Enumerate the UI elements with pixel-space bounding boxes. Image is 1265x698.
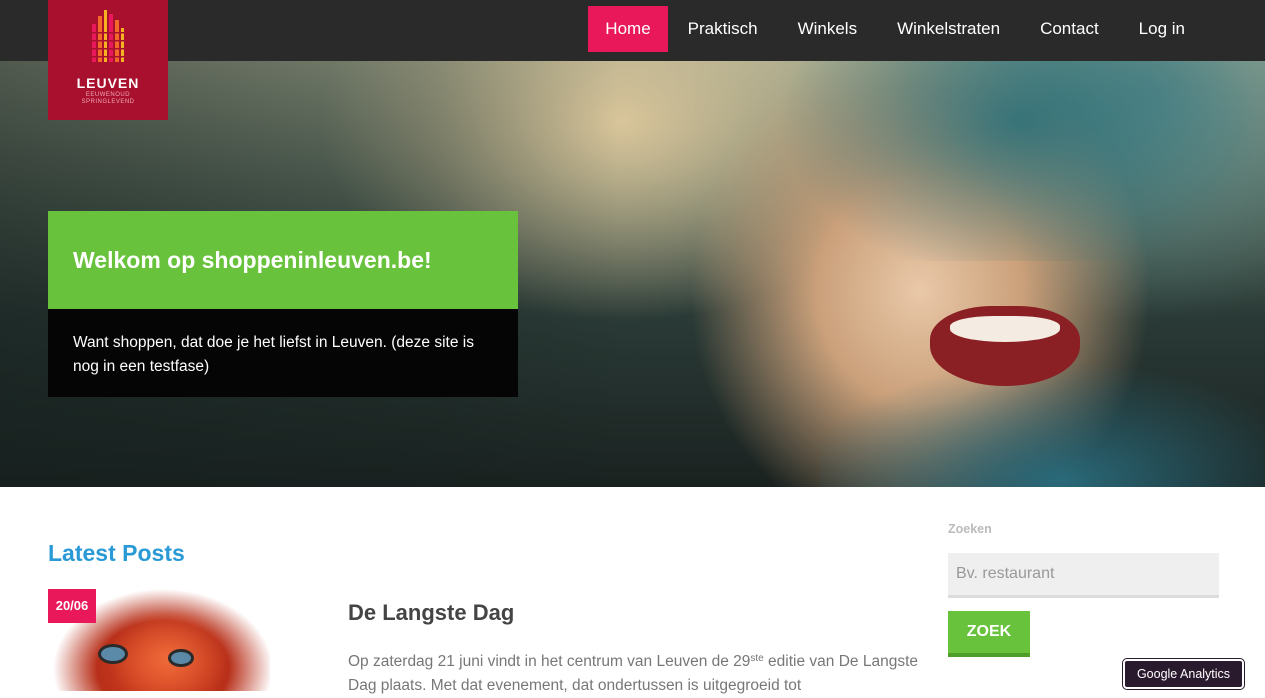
post-title[interactable]: De Langste Dag [348, 600, 514, 626]
post-excerpt-part1: Op zaterdag 21 juni vindt in het centrum… [348, 653, 751, 670]
logo-tagline-line2: SPRINGLEVEND [81, 99, 135, 105]
welcome-text: Want shoppen, dat doe je het liefst in L… [73, 334, 474, 375]
welcome-text-box: Want shoppen, dat doe je het liefst in L… [48, 309, 518, 397]
nav-item-winkelstraten[interactable]: Winkelstraten [877, 6, 1020, 52]
welcome-title-box: Welkom op shoppeninleuven.be! [48, 211, 518, 309]
post-date-badge: 20/06 [48, 589, 96, 623]
welcome-title: Welkom op shoppeninleuven.be! [73, 247, 432, 273]
nav-item-login[interactable]: Log in [1119, 6, 1205, 52]
building-icon [92, 10, 124, 62]
site-logo[interactable]: LEUVEN EEUWENOUD SPRINGLEVEND [48, 0, 168, 120]
hero-image-teeth [950, 316, 1060, 342]
logo-tagline: EEUWENOUD SPRINGLEVEND [48, 92, 168, 106]
nav-item-contact[interactable]: Contact [1020, 6, 1119, 52]
google-analytics-badge[interactable]: Google Analytics [1123, 659, 1244, 689]
latest-posts-heading: Latest Posts [48, 540, 185, 566]
top-navigation-bar: Home Praktisch Winkels Winkelstraten Con… [0, 0, 1265, 61]
search-input[interactable] [948, 553, 1219, 598]
main-nav: Home Praktisch Winkels Winkelstraten Con… [588, 6, 1205, 52]
search-label: Zoeken [948, 522, 992, 536]
logo-tagline-line1: EEUWENOUD [85, 92, 131, 98]
hero-image-hair [780, 61, 1265, 261]
thumbnail-detail-eye-right [168, 649, 194, 667]
nav-item-winkels[interactable]: Winkels [778, 6, 878, 52]
search-button[interactable]: ZOEK [948, 611, 1030, 657]
post-excerpt-superscript: ste [750, 653, 764, 664]
thumbnail-detail-eye-left [98, 644, 128, 664]
nav-item-home[interactable]: Home [588, 6, 668, 52]
logo-name: LEUVEN [76, 75, 140, 91]
nav-item-praktisch[interactable]: Praktisch [668, 6, 778, 52]
